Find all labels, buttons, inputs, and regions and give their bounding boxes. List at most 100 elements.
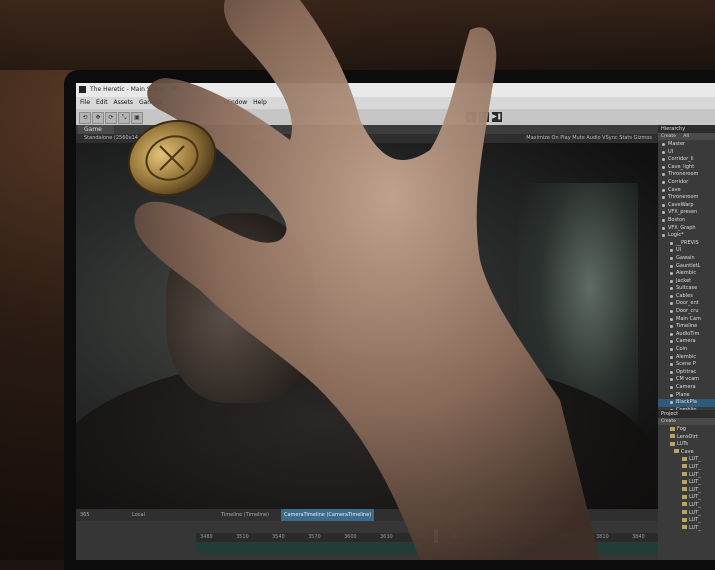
hierarchy-item-label: Door_cru	[676, 308, 699, 315]
hierarchy-item[interactable]: GauntletL	[658, 263, 715, 271]
hierarchy-item[interactable]: Cave	[658, 187, 715, 195]
project-item[interactable]: LUT_	[658, 510, 715, 518]
project-item[interactable]: LUT_	[658, 472, 715, 480]
timeline-playhead[interactable]	[434, 529, 438, 543]
hierarchy-item[interactable]: Timeline	[658, 323, 715, 331]
timeline-ruler[interactable]: 3480 3510 3540 3570 3600 3630 3660 3690 …	[196, 533, 658, 542]
tab-camera-timeline[interactable]: CameraTimeline (CameraTimeline)	[281, 509, 375, 521]
hierarchy-item-label: UI	[668, 148, 674, 155]
create-dropdown[interactable]: Create	[661, 134, 676, 139]
pause-button[interactable]: ❚❚	[479, 112, 489, 122]
project-create-dropdown[interactable]: Create	[661, 419, 676, 424]
menu-edit[interactable]: Edit	[96, 97, 108, 109]
project-item[interactable]: LUT_	[658, 464, 715, 472]
hierarchy-item[interactable]: BlackPla	[658, 399, 715, 407]
hierarchy-item[interactable]: Camera	[658, 338, 715, 346]
menu-window[interactable]: Window	[223, 97, 247, 109]
project-item[interactable]: LUT_	[658, 456, 715, 464]
hierarchy-item[interactable]: Cables	[658, 293, 715, 301]
gameobject-icon	[662, 173, 665, 177]
hierarchy-item[interactable]: __PREVIS	[658, 240, 715, 248]
hierarchy-item[interactable]: Plane	[658, 392, 715, 400]
folder-icon	[670, 426, 675, 431]
local-toggle[interactable]: Local	[132, 509, 145, 521]
file-icon	[682, 456, 687, 461]
hierarchy-item[interactable]: UI	[658, 247, 715, 255]
project-item[interactable]: LUT_	[658, 502, 715, 510]
hierarchy-item[interactable]: CM vcam	[658, 376, 715, 384]
move-tool-button[interactable]: ✥	[92, 112, 104, 124]
hierarchy-search[interactable]: All	[683, 134, 689, 139]
background-wall	[0, 0, 715, 70]
step-button[interactable]: ▶❚	[492, 112, 502, 122]
timeline-track[interactable]	[196, 543, 658, 553]
hierarchy-item[interactable]: UI	[658, 149, 715, 157]
project-item[interactable]: Fog	[658, 426, 715, 434]
hand-tool-button[interactable]: ⟲	[79, 112, 91, 124]
display-select[interactable]: Standalone (2560x14	[84, 134, 138, 143]
rect-tool-button[interactable]: ▣	[131, 112, 143, 124]
tab-hierarchy[interactable]: Hierarchy	[658, 125, 715, 133]
hierarchy-item[interactable]: Gawain	[658, 255, 715, 263]
hierarchy-item[interactable]: Cave_light	[658, 164, 715, 172]
project-item[interactable]: Cave	[658, 449, 715, 457]
hierarchy-item[interactable]: Door_cru	[658, 308, 715, 316]
gameobject-icon	[670, 264, 673, 268]
menu-assets[interactable]: Assets	[114, 97, 134, 109]
hierarchy-item[interactable]: VFX_presen	[658, 209, 715, 217]
project-item[interactable]: LUT_	[658, 479, 715, 487]
ruler-tick: 3840	[632, 534, 645, 540]
rotate-tool-button[interactable]: ⟳	[105, 112, 117, 124]
gameobject-icon	[670, 294, 673, 298]
hierarchy-item[interactable]: Corridor_li	[658, 156, 715, 164]
hierarchy-item[interactable]: VFX_Graph	[658, 225, 715, 233]
project-item[interactable]: LUT_	[658, 517, 715, 525]
gameobject-icon	[670, 302, 673, 306]
hierarchy-item[interactable]: Main Cam	[658, 316, 715, 324]
hierarchy-item[interactable]: Alembic	[658, 270, 715, 278]
hierarchy-item[interactable]: Boston	[658, 217, 715, 225]
scale-value[interactable]: 0.51	[252, 134, 263, 143]
hierarchy-item-label: Corridor_li	[668, 156, 694, 163]
project-item-label: LUT_	[689, 524, 701, 531]
project-toolbar: Create	[658, 418, 715, 425]
frame-field[interactable]: 365	[80, 509, 90, 521]
hierarchy-item[interactable]: Logic*	[658, 232, 715, 240]
gameobject-icon	[670, 332, 673, 336]
project-item[interactable]: LUT_	[658, 487, 715, 495]
hierarchy-toolbar: Create All	[658, 133, 715, 140]
tab-timeline[interactable]: Timeline (Timeline)	[221, 509, 269, 521]
window-title: The Heretic - Main Scene - PC	[90, 86, 179, 93]
scale-tool-button[interactable]: ⤡	[118, 112, 130, 124]
hierarchy-item[interactable]: Throneroom	[658, 171, 715, 179]
hierarchy-item[interactable]: Throneroom	[658, 194, 715, 202]
hierarchy-item[interactable]: Master	[658, 141, 715, 149]
project-item[interactable]: LensDirt	[658, 434, 715, 442]
tab-project[interactable]: Project	[658, 410, 715, 418]
game-viewport[interactable]	[76, 143, 658, 509]
menu-help[interactable]: Help	[253, 97, 267, 109]
hierarchy-item[interactable]: Door_ent	[658, 300, 715, 308]
project-item[interactable]: LUT_	[658, 494, 715, 502]
menu-gameobject[interactable]: GameO	[139, 97, 162, 109]
hierarchy-item[interactable]: Optitrac	[658, 369, 715, 377]
hierarchy-item[interactable]: Corridor	[658, 179, 715, 187]
hierarchy-item[interactable]: Alembic	[658, 354, 715, 362]
hierarchy-item-label: Coin	[676, 346, 688, 353]
hierarchy-item[interactable]: CaveWarp	[658, 202, 715, 210]
project-item[interactable]: LUTs	[658, 441, 715, 449]
hierarchy-item[interactable]: Coin	[658, 346, 715, 354]
project-item[interactable]: LUT_	[658, 525, 715, 533]
game-view-options[interactable]: Maximize On Play Mute Audio VSync Stats …	[526, 134, 652, 143]
hierarchy-item[interactable]: Suitcase	[658, 285, 715, 293]
hierarchy-item[interactable]: Jacket	[658, 278, 715, 286]
gameobject-icon	[662, 226, 665, 230]
tab-game[interactable]: Game	[78, 125, 114, 134]
hierarchy-item-label: Cave_light	[668, 163, 695, 170]
hierarchy-item-label: AudioTim	[676, 330, 700, 337]
hierarchy-item[interactable]: AudioTim	[658, 331, 715, 339]
hierarchy-item[interactable]: Camera	[658, 384, 715, 392]
hierarchy-item[interactable]: Scene P	[658, 361, 715, 369]
play-button[interactable]: ▶	[466, 112, 476, 122]
menu-file[interactable]: File	[80, 97, 90, 109]
